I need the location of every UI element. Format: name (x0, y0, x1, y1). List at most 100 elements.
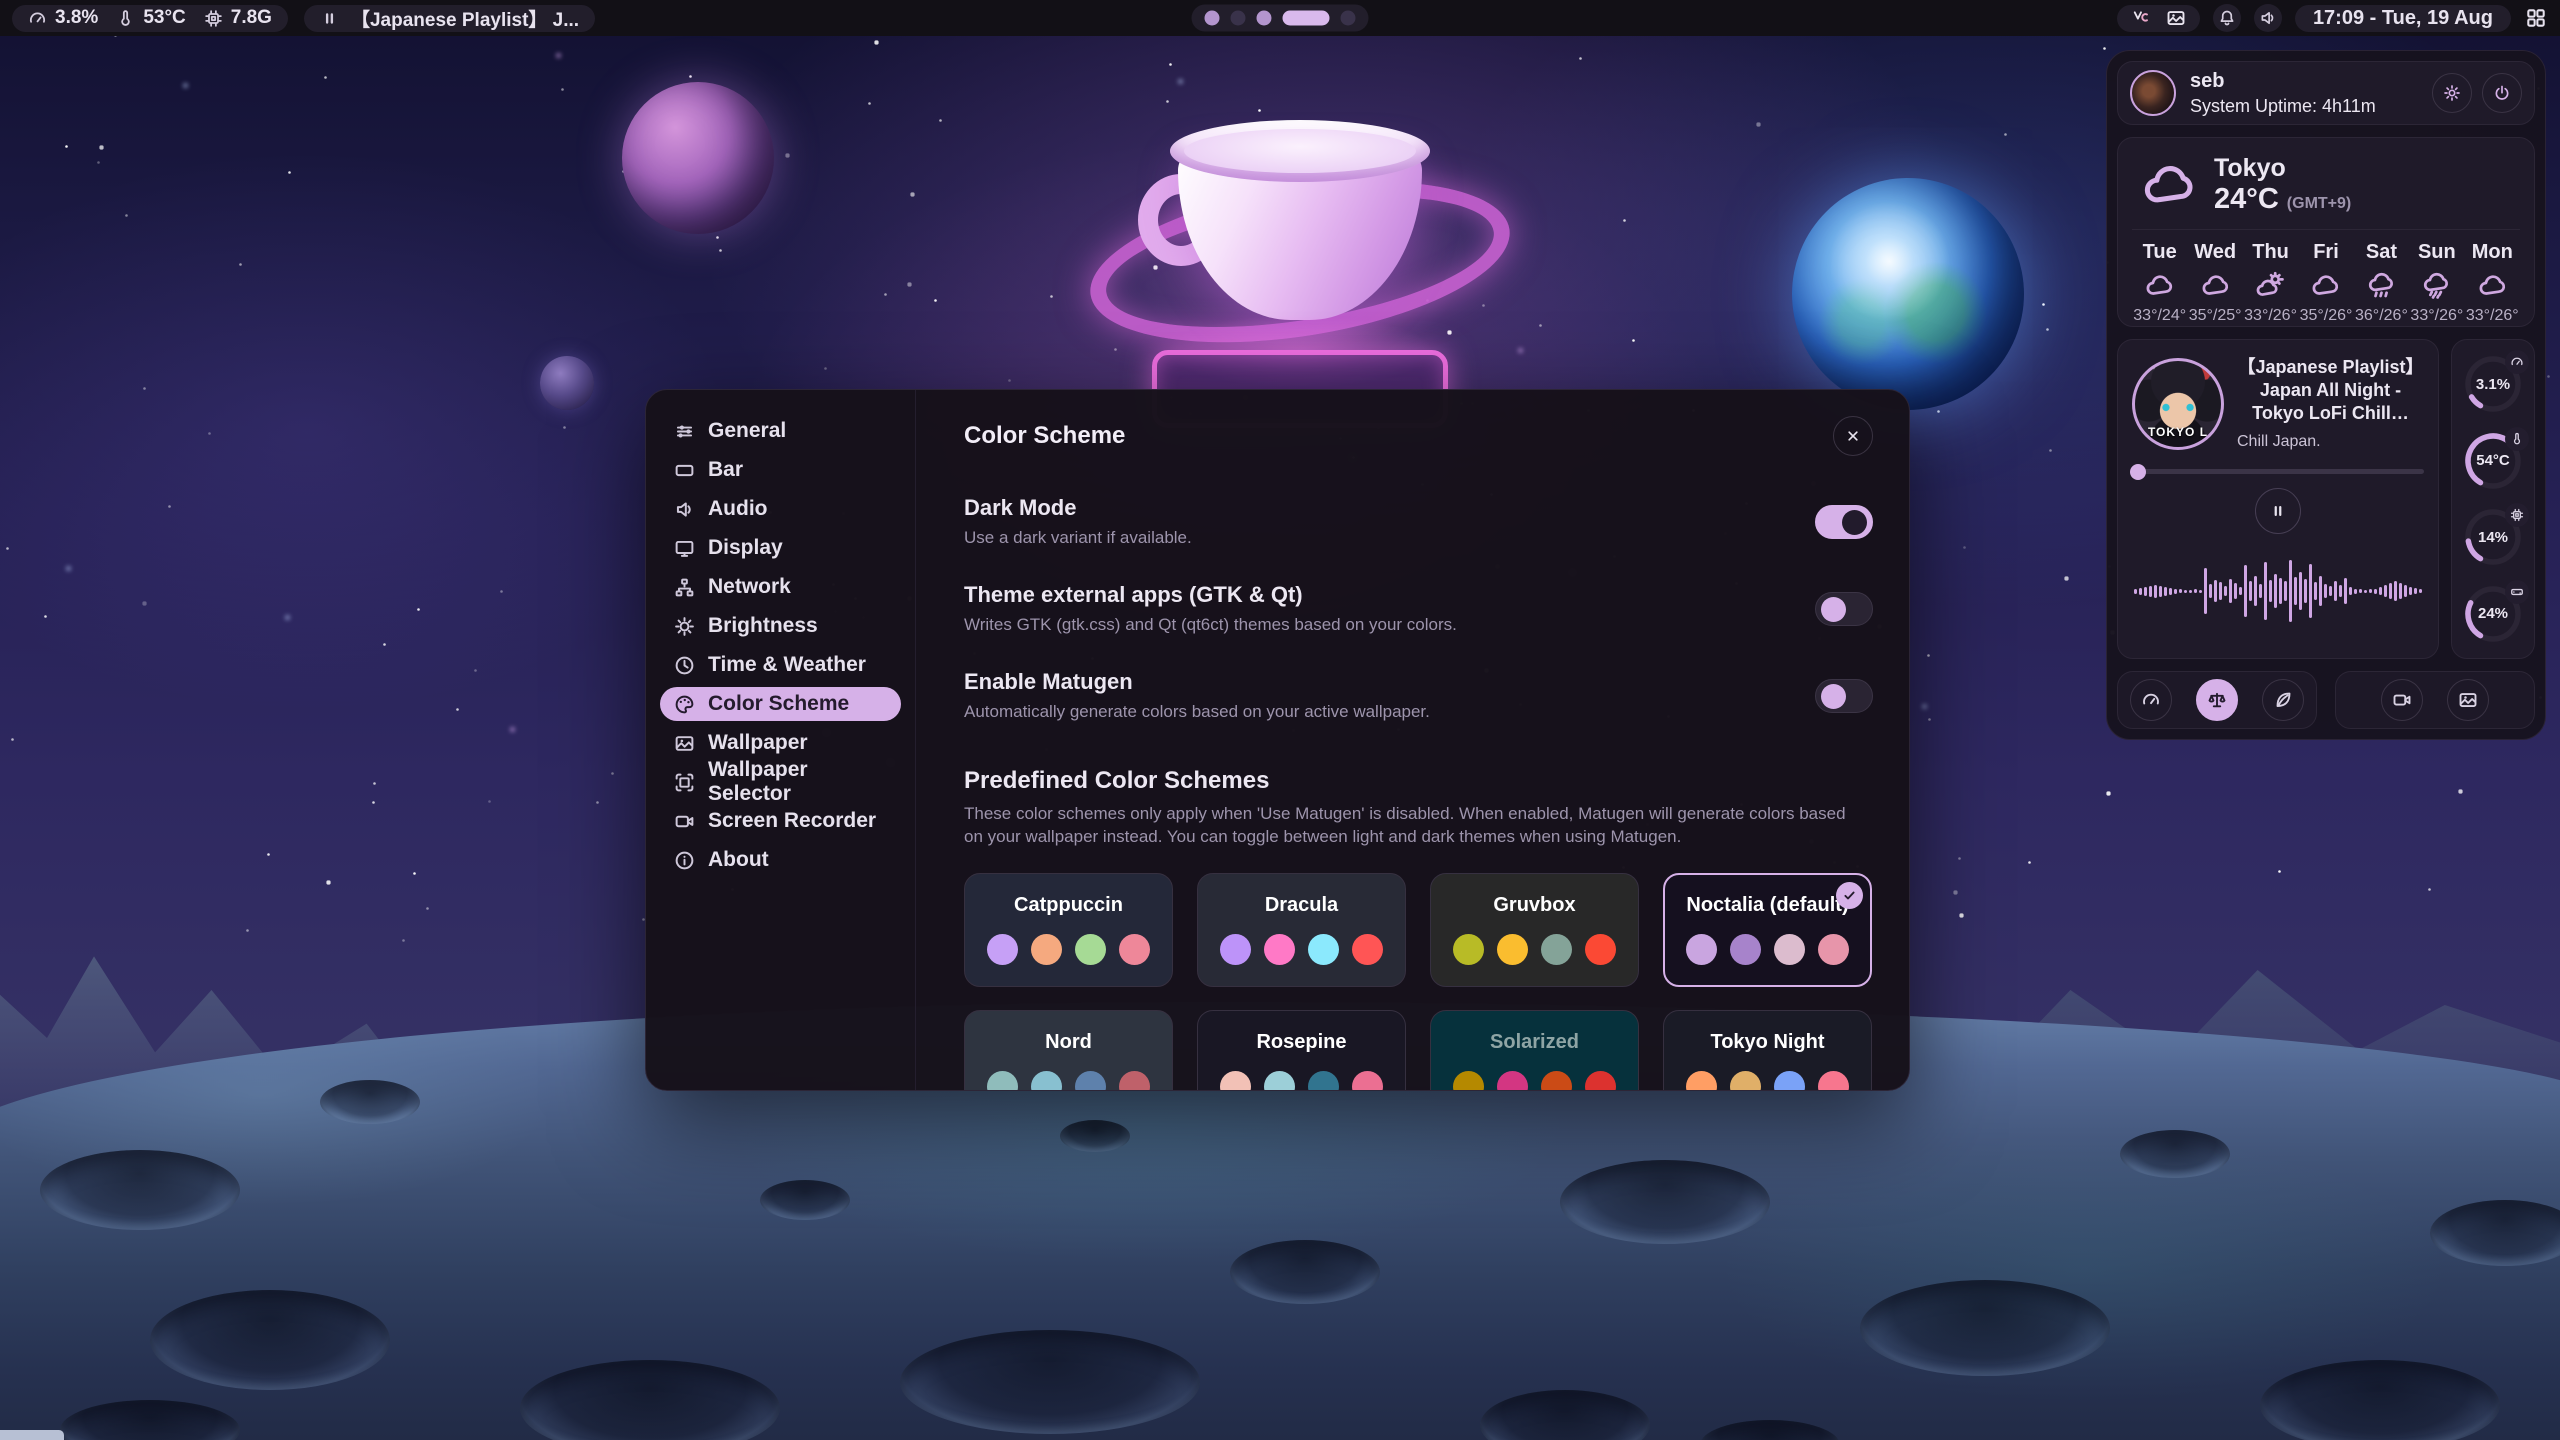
bell-icon (2218, 9, 2236, 27)
power-icon (2493, 84, 2511, 102)
cloud-icon (2311, 271, 2340, 300)
sidebar-item-time-weather[interactable]: Time & Weather (660, 648, 901, 682)
workspace-dot[interactable] (1341, 11, 1356, 26)
sidebar-item-general[interactable]: General (660, 414, 901, 448)
swatch (1453, 1071, 1484, 1090)
screen-recorder-button[interactable] (2381, 679, 2423, 721)
swatch (987, 1071, 1018, 1090)
gear-icon (2443, 84, 2461, 102)
weather-timezone: (GMT+9) (2287, 195, 2351, 213)
forecast-temps: 35°/25° (2189, 307, 2242, 325)
close-icon (1844, 427, 1862, 445)
media-pill[interactable]: 【Japanese Playlist】 J... (304, 5, 595, 32)
toggle-switch[interactable] (1815, 505, 1873, 539)
workspace-dot[interactable] (1205, 11, 1220, 26)
workspace-dot[interactable] (1231, 11, 1246, 26)
scheme-name: Catppuccin (1014, 894, 1123, 917)
settings-button[interactable] (2432, 73, 2472, 113)
frame-icon (674, 772, 695, 793)
setting-row: Enable Matugen Automatically generate co… (964, 652, 1873, 739)
crater (520, 1360, 780, 1440)
swatch (1119, 1071, 1150, 1090)
system-stat-value: 3.8% (55, 7, 98, 29)
scheme-card[interactable]: Rosepine (1197, 1010, 1406, 1090)
swatch (1541, 934, 1572, 965)
scheme-name: Tokyo Night (1710, 1031, 1824, 1054)
forecast-day: Sun 33°/26° (2409, 241, 2464, 325)
rain-icon (2367, 271, 2396, 300)
sidebar-item-display[interactable]: Display (660, 531, 901, 565)
balanced-profile-button[interactable] (2196, 679, 2238, 721)
wallpaper-button[interactable] (2447, 679, 2489, 721)
sidebar-item-color-scheme[interactable]: Color Scheme (660, 687, 901, 721)
page-title: Color Scheme (964, 422, 1125, 450)
swatch-row (987, 1071, 1150, 1090)
sidebar-item-label: Color Scheme (708, 692, 849, 716)
media-player-card: TOKYO L 【Japanese Playlist】 Japan All Ni… (2117, 339, 2439, 659)
system-stat: 53°C (116, 7, 185, 29)
performance-profile-button[interactable] (2130, 679, 2172, 721)
divider (2132, 229, 2520, 230)
tray-app-icon[interactable] (2131, 8, 2151, 28)
sidebar-item-bar[interactable]: Bar (660, 453, 901, 487)
sidebar-item-audio[interactable]: Audio (660, 492, 901, 526)
system-stats-pill[interactable]: 3.8% 53°C 7.8G (12, 5, 288, 32)
app-launcher-button[interactable] (2524, 6, 2548, 30)
image-icon (2458, 690, 2478, 710)
cloud-icon (2478, 271, 2507, 300)
sidebar-item-brightness[interactable]: Brightness (660, 609, 901, 643)
scheme-card[interactable]: Tokyo Night (1663, 1010, 1872, 1090)
volume-button[interactable] (2254, 4, 2282, 32)
album-art: TOKYO L (2132, 358, 2224, 450)
sidebar-item-about[interactable]: About (660, 843, 901, 877)
palette-icon (674, 694, 695, 715)
clock[interactable]: 17:09 - Tue, 19 Aug (2295, 5, 2511, 32)
section-description: These color schemes only apply when 'Use… (964, 803, 1864, 849)
scheme-card[interactable]: Noctalia (default) (1663, 873, 1872, 987)
sidebar-item-label: Screen Recorder (708, 809, 876, 833)
system-uptime: System Uptime: 4h11m (2190, 96, 2376, 117)
scheme-name: Noctalia (default) (1686, 894, 1848, 917)
power-saver-profile-button[interactable] (2262, 679, 2304, 721)
scheme-card[interactable]: Dracula (1197, 873, 1406, 987)
image-icon[interactable] (2166, 8, 2186, 28)
sidebar-item-label: General (708, 419, 786, 443)
sidebar-item-label: Time & Weather (708, 653, 866, 677)
sidebar-item-label: Audio (708, 497, 767, 521)
scheme-card[interactable]: Solarized (1430, 1010, 1639, 1090)
setting-description: Writes GTK (gtk.css) and Qt (qt6ct) them… (964, 615, 1457, 635)
workspace-indicator (1192, 5, 1369, 32)
swatch (1075, 934, 1106, 965)
selected-badge (1836, 882, 1863, 909)
sidebar-item-wallpaper[interactable]: Wallpaper (660, 726, 901, 760)
scheme-card[interactable]: Nord (964, 1010, 1173, 1090)
toggle-switch[interactable] (1815, 679, 1873, 713)
setting-row: Theme external apps (GTK & Qt) Writes GT… (964, 565, 1873, 652)
speaker-icon (2259, 9, 2277, 27)
toggle-switch[interactable] (1815, 592, 1873, 626)
workspace-dot[interactable] (1257, 11, 1272, 26)
swatch (1352, 934, 1383, 965)
workspace-dot[interactable] (1283, 11, 1330, 26)
notifications-button[interactable] (2213, 4, 2241, 32)
power-button[interactable] (2482, 73, 2522, 113)
swatch (1119, 934, 1150, 965)
scheme-card[interactable]: Catppuccin (964, 873, 1173, 987)
user-card: seb System Uptime: 4h11m (2117, 61, 2535, 125)
swatch (1308, 934, 1339, 965)
close-button[interactable] (1833, 416, 1873, 456)
storm-icon (2422, 271, 2451, 300)
swatch (1730, 934, 1761, 965)
sidebar-item-wallpaper-selector[interactable]: Wallpaper Selector (660, 765, 901, 799)
pause-icon (2269, 502, 2287, 520)
media-pill-label: 【Japanese Playlist】 J... (351, 5, 579, 32)
sidebar-item-network[interactable]: Network (660, 570, 901, 604)
swatch (1585, 1071, 1616, 1090)
play-pause-button[interactable] (2255, 488, 2301, 534)
weather-temperature: 24°C (2214, 183, 2279, 216)
scheme-card[interactable]: Gruvbox (1430, 873, 1639, 987)
sidebar-item-screen-recorder[interactable]: Screen Recorder (660, 804, 901, 838)
seek-knob[interactable] (2130, 464, 2146, 480)
avatar (2130, 70, 2176, 116)
seek-slider[interactable] (2132, 469, 2424, 474)
